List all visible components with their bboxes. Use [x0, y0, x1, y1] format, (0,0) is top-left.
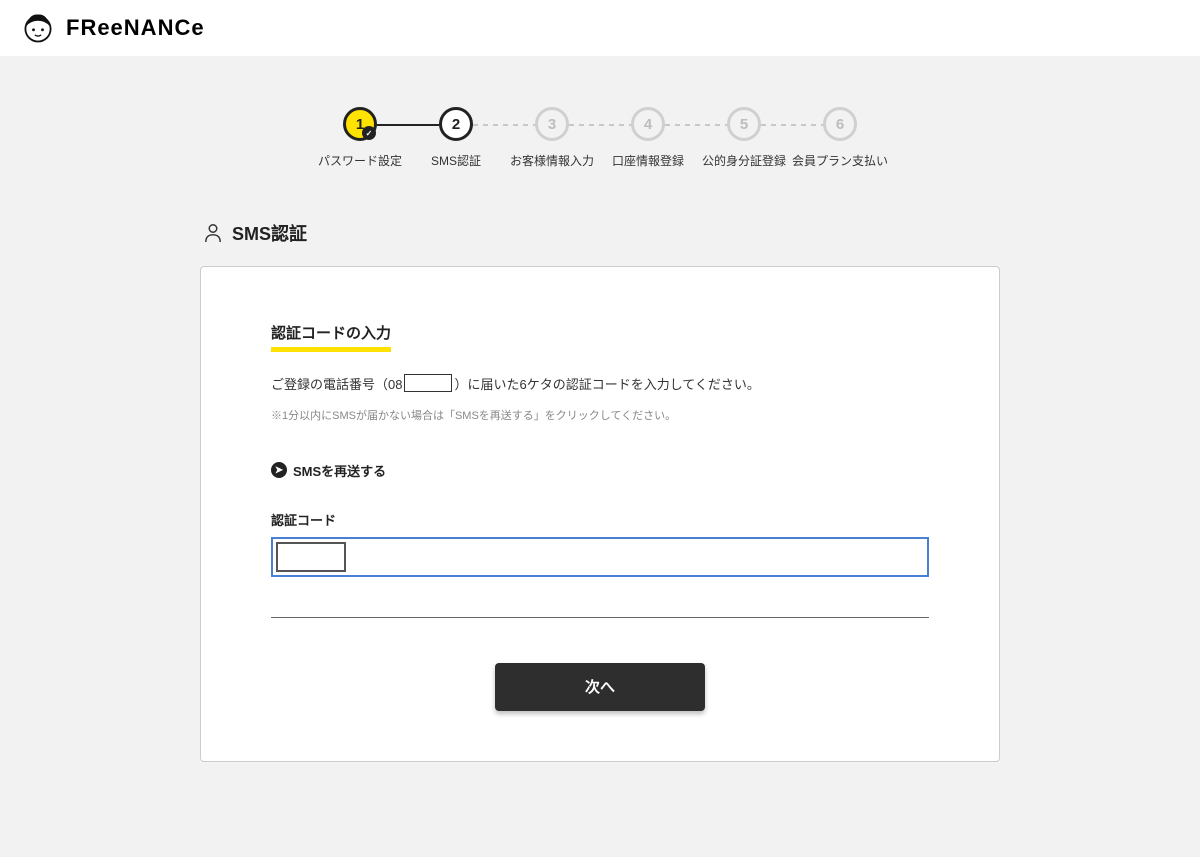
- step-4: 4 口座情報登録: [600, 107, 696, 170]
- step-number: 5: [740, 116, 748, 133]
- step-circle: 1 ✓: [343, 107, 377, 141]
- resend-sms-link[interactable]: ➤ SMSを再送する: [271, 461, 929, 480]
- step-circle: 5: [727, 107, 761, 141]
- step-number: 4: [644, 116, 652, 133]
- step-2: 2 SMS認証: [408, 107, 504, 170]
- instruction-post: ）に届いた6ケタの認証コードを入力してください。: [454, 374, 759, 393]
- step-circle: 2: [439, 107, 473, 141]
- stepper: 1 ✓ パスワード設定 2 SMS認証 3 お客様情報入力 4 口座情報登: [0, 107, 1200, 170]
- step-connector: [665, 124, 727, 126]
- step-connector: [569, 124, 631, 126]
- step-number: 2: [452, 116, 460, 133]
- instruction-text: ご登録の電話番号（08 ）に届いた6ケタの認証コードを入力してください。: [271, 374, 929, 393]
- step-label: 会員プラン支払い: [792, 153, 888, 170]
- step-label: 公的身分証登録: [702, 153, 786, 170]
- header: FReeNANCe: [0, 0, 1200, 57]
- step-label: お客様情報入力: [510, 153, 594, 170]
- step-circle: 6: [823, 107, 857, 141]
- brand-face-icon: [20, 10, 56, 46]
- section-title: SMS認証: [232, 220, 307, 246]
- step-connector: [761, 124, 823, 126]
- card-subheading: 認証コードの入力: [271, 322, 391, 352]
- step-number: 6: [836, 116, 844, 133]
- step-6: 6 会員プラン支払い: [792, 107, 888, 170]
- phone-masked-box: [404, 374, 452, 392]
- check-icon: ✓: [362, 126, 376, 140]
- main-area: 1 ✓ パスワード設定 2 SMS認証 3 お客様情報入力 4 口座情報登: [0, 57, 1200, 857]
- step-circle: 4: [631, 107, 665, 141]
- code-field-label: 認証コード: [271, 510, 929, 529]
- divider: [271, 617, 929, 618]
- step-number: 3: [548, 116, 556, 133]
- step-5: 5 公的身分証登録: [696, 107, 792, 170]
- instruction-pre: ご登録の電話番号（08: [271, 374, 402, 393]
- section-title-row: SMS認証: [200, 220, 1000, 246]
- step-label: SMS認証: [431, 153, 481, 170]
- person-icon: [204, 223, 222, 243]
- code-input-highlight: [271, 537, 929, 577]
- chevron-right-icon: ➤: [271, 462, 287, 478]
- step-1: 1 ✓ パスワード設定: [312, 107, 408, 170]
- next-button[interactable]: 次へ: [495, 663, 705, 711]
- card: 認証コードの入力 ご登録の電話番号（08 ）に届いた6ケタの認証コードを入力して…: [200, 266, 1000, 762]
- step-label: 口座情報登録: [612, 153, 684, 170]
- resend-label: SMSを再送する: [293, 461, 386, 480]
- step-label: パスワード設定: [318, 153, 402, 170]
- content: SMS認証 認証コードの入力 ご登録の電話番号（08 ）に届いた6ケタの認証コー…: [200, 220, 1000, 762]
- step-connector: [473, 124, 535, 126]
- step-circle: 3: [535, 107, 569, 141]
- step-connector: [377, 124, 439, 126]
- note-text: ※1分以内にSMSが届かない場合は「SMSを再送する」をクリックしてください。: [271, 407, 929, 423]
- step-3: 3 お客様情報入力: [504, 107, 600, 170]
- brand-name: FReeNANCe: [66, 15, 205, 41]
- verification-code-input[interactable]: [276, 542, 346, 572]
